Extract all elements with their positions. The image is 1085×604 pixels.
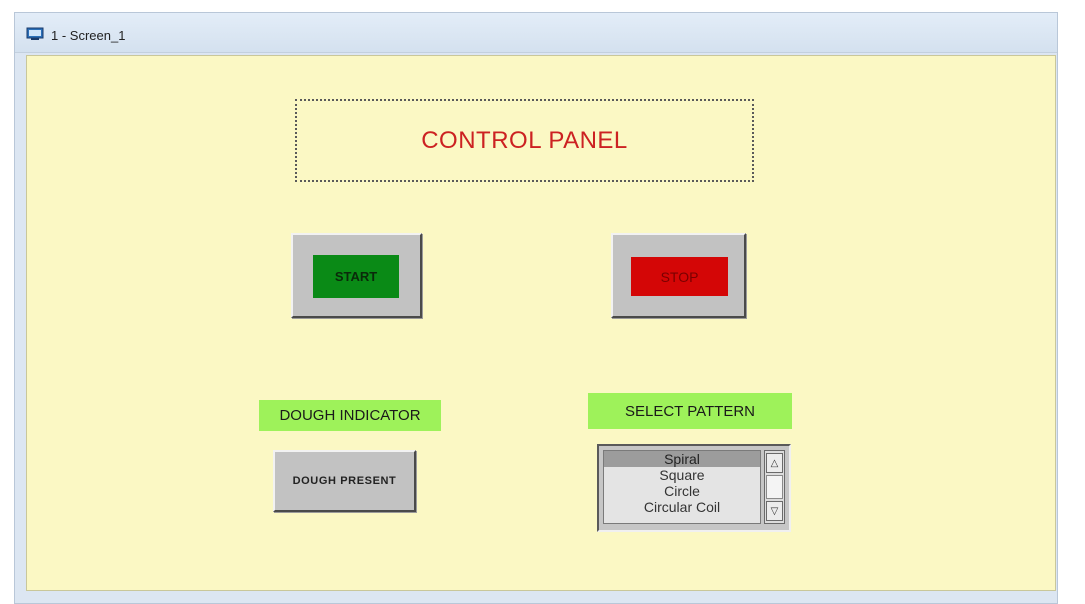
pattern-item-circular-coil[interactable]: Circular Coil — [604, 499, 760, 515]
stop-button[interactable]: STOP — [611, 233, 746, 318]
pattern-scrollbar[interactable]: △ ▽ — [764, 450, 785, 524]
pattern-listbox[interactable]: Spiral Square Circle Circular Coil △ ▽ — [597, 444, 791, 532]
scroll-down-icon[interactable]: ▽ — [766, 501, 783, 521]
hmi-canvas: CONTROL PANEL START STOP DOUGH INDICATOR… — [26, 55, 1056, 591]
pattern-list: Spiral Square Circle Circular Coil — [603, 450, 761, 524]
pattern-item-spiral[interactable]: Spiral — [604, 451, 760, 467]
dough-indicator-label: DOUGH INDICATOR — [259, 400, 441, 431]
control-panel-title: CONTROL PANEL — [421, 126, 628, 154]
monitor-icon — [26, 27, 44, 40]
pattern-item-circle[interactable]: Circle — [604, 483, 760, 499]
stop-button-label: STOP — [631, 257, 728, 296]
select-pattern-label: SELECT PATTERN — [588, 393, 792, 429]
scroll-up-icon[interactable]: △ — [766, 453, 783, 473]
screen-window: 1 - Screen_1 CONTROL PANEL START STOP DO… — [14, 12, 1058, 604]
scroll-thumb[interactable] — [766, 475, 783, 499]
window-title: 1 - Screen_1 — [51, 28, 126, 43]
control-panel-title-box: CONTROL PANEL — [295, 99, 754, 182]
dough-present-indicator[interactable]: DOUGH PRESENT — [273, 450, 416, 512]
start-button-label: START — [313, 255, 399, 298]
pattern-item-square[interactable]: Square — [604, 467, 760, 483]
dough-present-label: DOUGH PRESENT — [292, 475, 397, 487]
start-button[interactable]: START — [291, 233, 422, 318]
title-bar: 1 - Screen_1 — [15, 13, 1057, 53]
